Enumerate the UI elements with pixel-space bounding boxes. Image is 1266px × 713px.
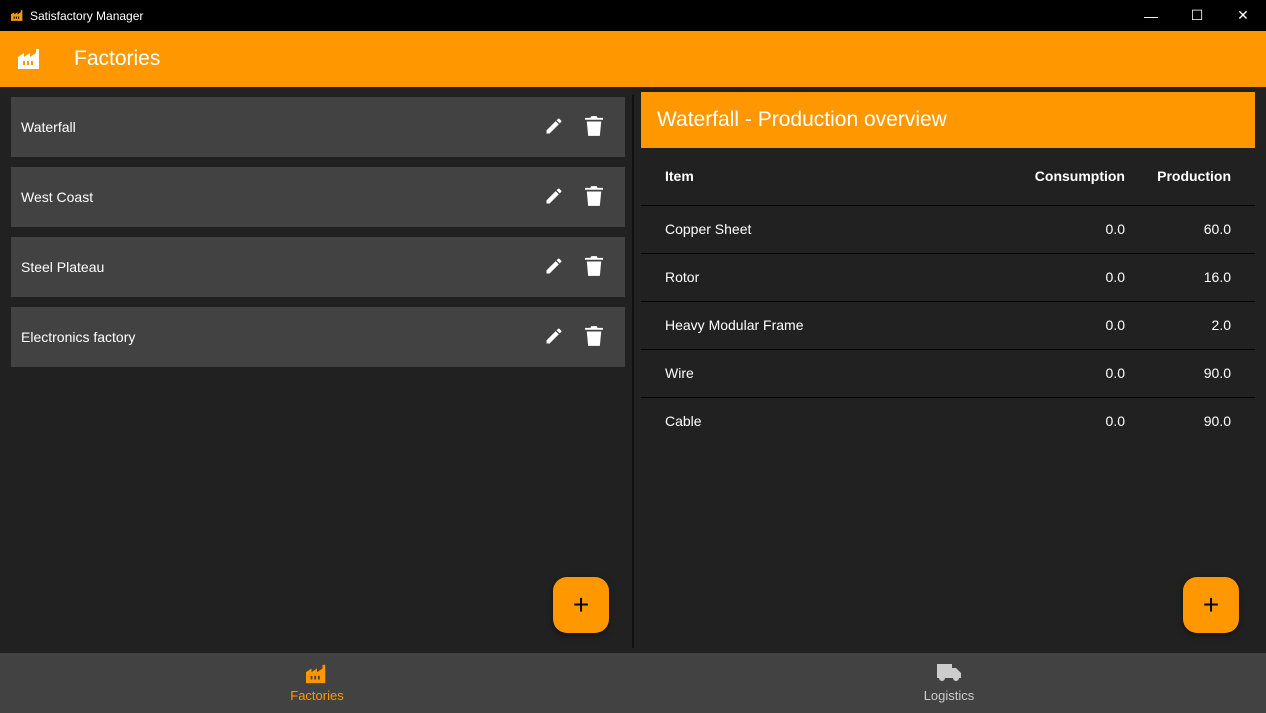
add-factory-button[interactable]: + [553, 577, 609, 633]
add-production-button[interactable]: + [1183, 577, 1239, 633]
consumption-value: 0.0 [925, 301, 1125, 350]
bottom-nav: Factories Logistics [0, 653, 1266, 713]
overview-title: Waterfall - Production overview [641, 92, 1255, 148]
production-value: 2.0 [1125, 301, 1255, 350]
edit-icon[interactable] [543, 325, 565, 347]
production-value: 60.0 [1125, 205, 1255, 254]
item-name: Heavy Modular Frame [641, 301, 925, 350]
factory-icon [18, 49, 39, 69]
table-row: Copper Sheet 0.0 60.0 [641, 205, 1255, 254]
delete-icon[interactable] [583, 115, 605, 137]
factory-card[interactable]: West Coast [11, 167, 625, 227]
factory-card[interactable]: Steel Plateau [11, 237, 625, 297]
consumption-value: 0.0 [925, 349, 1125, 398]
production-overview: Waterfall - Production overview Item Con… [641, 92, 1255, 445]
factory-name: Waterfall [21, 119, 76, 135]
factory-list: Waterfall West Coast Steel Plateau Electron… [11, 97, 625, 377]
item-name: Rotor [641, 253, 925, 302]
delete-icon[interactable] [583, 185, 605, 207]
factory-icon [306, 664, 326, 683]
column-header-item: Item [641, 148, 925, 206]
edit-icon[interactable] [543, 115, 565, 137]
factory-icon [11, 10, 23, 21]
consumption-value: 0.0 [925, 205, 1125, 254]
table-row: Rotor 0.0 16.0 [641, 253, 1255, 302]
column-header-consumption: Consumption [925, 148, 1125, 206]
divider [632, 95, 634, 648]
table-row: Cable 0.0 90.0 [641, 397, 1255, 445]
production-value: 90.0 [1203, 413, 1231, 430]
item-name: Copper Sheet [641, 205, 925, 254]
nav-factories[interactable]: Factories [257, 653, 377, 713]
maximize-button[interactable]: ☐ [1174, 0, 1220, 31]
column-header-production: Production [1125, 148, 1255, 206]
close-button[interactable]: ✕ [1220, 0, 1266, 31]
nav-logistics-label: Logistics [923, 687, 975, 703]
window-title: Satisfactory Manager [30, 8, 144, 23]
page-title: Factories [74, 47, 161, 70]
factory-name: West Coast [21, 189, 94, 205]
nav-logistics[interactable]: Logistics [889, 653, 1009, 713]
nav-factories-label: Factories [290, 687, 344, 703]
factory-card[interactable]: Electronics factory [11, 307, 625, 367]
factory-name: Electronics factory [21, 329, 136, 345]
production-table: Item Consumption Production Copper Sheet… [641, 148, 1255, 445]
factory-card[interactable]: Waterfall [11, 97, 625, 157]
item-name: Wire [641, 349, 925, 398]
title-bar: Satisfactory Manager — ☐ ✕ [0, 0, 1266, 31]
consumption-value: 0.0 [1105, 413, 1125, 430]
delete-icon[interactable] [583, 255, 605, 277]
minimize-button[interactable]: — [1128, 0, 1174, 31]
app-bar: Factories [0, 31, 1266, 87]
production-value: 16.0 [1125, 253, 1255, 302]
table-row: Heavy Modular Frame 0.0 2.0 [641, 301, 1255, 350]
table-row: Wire 0.0 90.0 [641, 349, 1255, 398]
factory-name: Steel Plateau [21, 259, 105, 275]
truck-icon [937, 663, 961, 681]
edit-icon[interactable] [543, 185, 565, 207]
delete-icon[interactable] [583, 325, 605, 347]
item-name: Cable [665, 413, 702, 430]
edit-icon[interactable] [543, 255, 565, 277]
consumption-value: 0.0 [925, 253, 1125, 302]
production-value: 90.0 [1125, 349, 1255, 398]
